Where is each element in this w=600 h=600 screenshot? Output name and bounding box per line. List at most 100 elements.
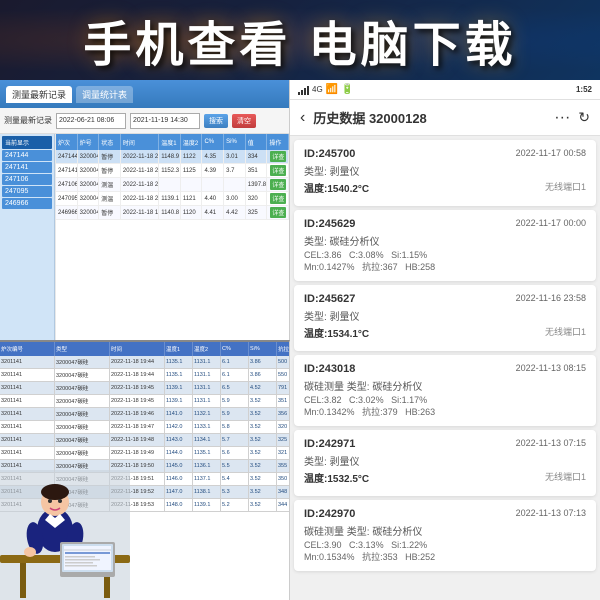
- ss-col-r: 抗拉: [277, 342, 290, 356]
- ss-cell: 2022-11-18 19:45: [110, 395, 165, 407]
- sidebar-247095[interactable]: 247095: [2, 186, 52, 197]
- card-id: ID:245627: [304, 293, 355, 305]
- table-row: 246966 3200047 暂停 2022-11-18 19:31 1140.…: [56, 206, 289, 220]
- mobile-statusbar: 4G 📶 🔋 1:52: [290, 80, 600, 100]
- card-242971[interactable]: ID:242971 2022-11-13 07:15 类型: 剥量仪 温度:15…: [294, 430, 596, 496]
- sidebar-247106[interactable]: 247106: [2, 174, 52, 185]
- ss-cell: 3200047碳硅: [55, 447, 110, 459]
- card-245700[interactable]: ID:245700 2022-11-17 00:58 类型: 剥量仪 温度:15…: [294, 140, 596, 206]
- ss-cell: 351: [277, 395, 290, 407]
- card-id: ID:245700: [304, 148, 355, 160]
- card-date: 2022-11-17 00:58: [516, 148, 586, 158]
- card-date: 2022-11-13 07:15: [516, 438, 586, 448]
- ss-cell: 3201141: [0, 447, 55, 459]
- main-content: 测量最新记录 调量统计表 测量最新记录 搜索 清空 当前显示 247144 24…: [0, 80, 600, 600]
- cell-temp2: 1125: [181, 164, 203, 177]
- ss-cell: 1134.1: [193, 434, 221, 446]
- date-to-input[interactable]: [130, 113, 200, 129]
- menu-button[interactable]: ···: [554, 109, 570, 127]
- cell-temp2: 1122: [181, 150, 203, 163]
- cell-op[interactable]: 详查: [267, 164, 289, 177]
- ss-row: 3201141 3200047碳硅 2022-11-18 19:48 1143.…: [0, 434, 289, 447]
- ss-cell: 1137.1: [193, 473, 221, 485]
- cell-time: 2022-11-18 21:15: [121, 164, 159, 177]
- ss-cell: 1148.0: [165, 499, 193, 511]
- ss-col-si: Si%: [249, 342, 277, 356]
- cell-temp1: 1139.1: [159, 192, 181, 205]
- cell-si: 3.7: [224, 164, 246, 177]
- card-detail2: Mn:0.1427% 抗拉:367 HB:258: [304, 260, 586, 273]
- right-panel: 4G 📶 🔋 1:52 ‹ 历史数据 32000128 ··· ↻: [290, 80, 600, 600]
- status-icons: 4G 📶 🔋: [298, 84, 354, 95]
- card-242970[interactable]: ID:242970 2022-11-13 07:13 碳硅测量 类型: 碳硅分析…: [294, 500, 596, 571]
- ss-cell: 320: [277, 421, 290, 433]
- banner: 手机查看 电脑下载: [0, 0, 600, 80]
- mobile-navbar: ‹ 历史数据 32000128 ··· ↻: [290, 100, 600, 136]
- desktop-tab-stats[interactable]: 调量统计表: [76, 86, 133, 103]
- sidebar-246966[interactable]: 246966: [2, 198, 52, 209]
- ss-cell: 3.52: [249, 486, 277, 498]
- ss-cell: 355: [277, 460, 290, 472]
- cell-temp2: 1120: [181, 206, 203, 219]
- card-245629[interactable]: ID:245629 2022-11-17 00:00 类型: 碳硅分析仪 CEL…: [294, 210, 596, 281]
- ss-cell: 6.1: [221, 369, 249, 381]
- ss-cell: 5.7: [221, 434, 249, 446]
- card-detail2: Mn:0.1534% 抗拉:353 HB:252: [304, 550, 586, 563]
- sidebar-current[interactable]: 当前显示: [2, 136, 52, 149]
- ss-cell: 5.6: [221, 447, 249, 459]
- ss-col-id: 炉次编号: [0, 342, 55, 356]
- ss-cell: 5.9: [221, 408, 249, 420]
- ss-row: 3201141 3200047碳硅 2022-11-18 19:45 1139.…: [0, 395, 289, 408]
- cell-op[interactable]: 详查: [267, 192, 289, 205]
- ss-col-time: 时间: [110, 342, 165, 356]
- card-port: 无线端口1: [545, 180, 586, 193]
- clock: 1:52: [576, 85, 592, 94]
- ss-cell: 6.1: [221, 356, 249, 368]
- ss-cell: 1133.1: [193, 421, 221, 433]
- banner-text: 手机查看 电脑下载: [83, 5, 516, 75]
- cell-op[interactable]: 详查: [267, 178, 289, 191]
- back-button[interactable]: ‹: [300, 109, 305, 127]
- ss-cell: 3200047碳硅: [55, 408, 110, 420]
- ss-cell: 1136.1: [193, 460, 221, 472]
- desktop-table: 炉次 炉号 状态 时间 温度1 温度2 C% Si% 值 操作 247144 3…: [56, 134, 289, 340]
- card-243018[interactable]: ID:243018 2022-11-13 08:15 碳硅测量 类型: 碳硅分析…: [294, 355, 596, 426]
- ss-cell: 4.52: [249, 382, 277, 394]
- cell-op[interactable]: 详查: [267, 206, 289, 219]
- cell-op[interactable]: 详查: [267, 150, 289, 163]
- card-header: ID:242971 2022-11-13 07:15: [304, 438, 586, 450]
- sidebar-247144[interactable]: 247144: [2, 150, 52, 161]
- card-245627[interactable]: ID:245627 2022-11-16 23:58 类型: 剥量仪 温度:15…: [294, 285, 596, 351]
- ss-row: 3201141 3200047碳硅 2022-11-18 19:44 1135.…: [0, 369, 289, 382]
- card-date: 2022-11-13 07:13: [516, 508, 586, 518]
- ss-cell: 1144.0: [165, 447, 193, 459]
- cell-status: 暂停: [99, 206, 121, 219]
- ss-row: 3201141 3200047碳硅 2022-11-18 19:47 1142.…: [0, 421, 289, 434]
- ss-cell: 1131.1: [193, 356, 221, 368]
- refresh-icon[interactable]: ↻: [578, 109, 590, 126]
- cell-c: 4.41: [202, 206, 224, 219]
- card-temp: 温度:1532.5°C: [304, 470, 369, 485]
- card-header: ID:245629 2022-11-17 00:00: [304, 218, 586, 230]
- card-type: 碳硅测量 类型: 碳硅分析仪: [304, 523, 586, 538]
- mobile-screen: 4G 📶 🔋 1:52 ‹ 历史数据 32000128 ··· ↻: [290, 80, 600, 600]
- date-from-input[interactable]: [56, 113, 126, 129]
- col-val: 值: [246, 134, 268, 150]
- cell-temp1: 1148.9: [159, 150, 181, 163]
- cell-si: [224, 178, 246, 191]
- ss-cell: 2022-11-18 19:45: [110, 382, 165, 394]
- col-c: C%: [202, 134, 224, 150]
- desktop-tab-records[interactable]: 测量最新记录: [6, 86, 72, 103]
- clear-button[interactable]: 清空: [232, 114, 256, 128]
- card-date: 2022-11-16 23:58: [516, 293, 586, 303]
- sidebar-247141[interactable]: 247141: [2, 162, 52, 173]
- cell-c: 4.35: [202, 150, 224, 163]
- card-type: 类型: 碳硅分析仪: [304, 233, 586, 248]
- card-header: ID:242970 2022-11-13 07:13: [304, 508, 586, 520]
- col-op: 操作: [267, 134, 289, 150]
- card-values: 温度:1534.1°C 无线端口1: [304, 325, 586, 340]
- card-type: 类型: 剥量仪: [304, 308, 586, 323]
- ss-cell: 500: [277, 356, 290, 368]
- search-button[interactable]: 搜索: [204, 114, 228, 128]
- card-header: ID:245627 2022-11-16 23:58: [304, 293, 586, 305]
